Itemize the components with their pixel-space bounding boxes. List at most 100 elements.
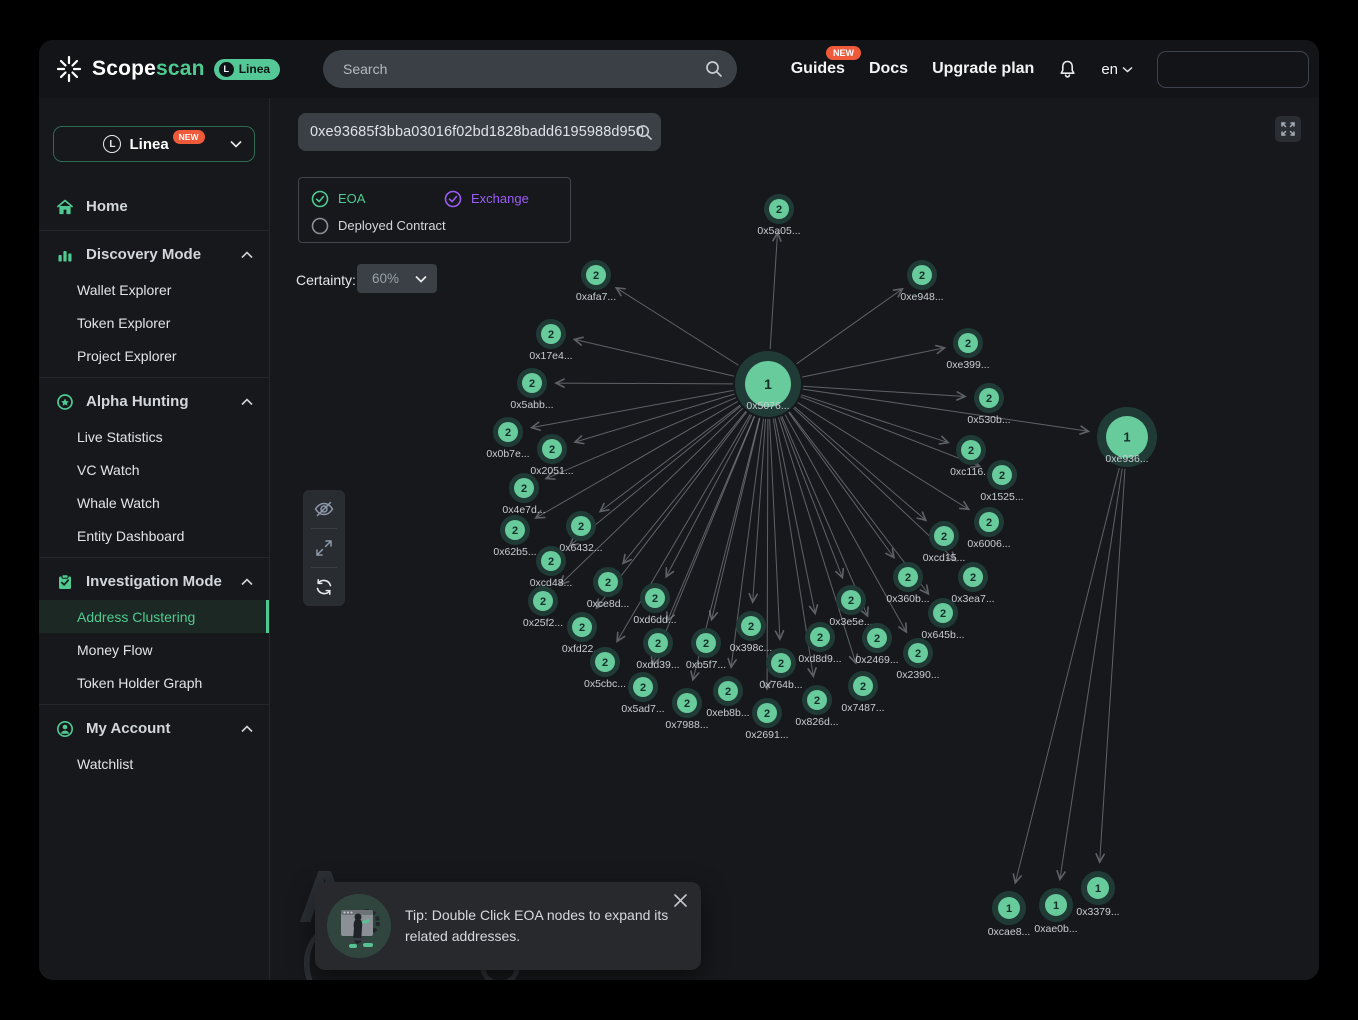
node-value: 2 <box>579 622 585 634</box>
close-icon <box>674 894 687 907</box>
header-action-box[interactable] <box>1157 51 1309 88</box>
graph-node[interactable]: 20xe399... <box>946 328 989 371</box>
nav-upgrade-plan[interactable]: Upgrade plan <box>932 60 1034 78</box>
sidebar-item-vc-watch[interactable]: VC Watch <box>39 453 269 486</box>
node-address-label: 0xc116... <box>950 466 992 478</box>
node-address-label: 0xb5f7... <box>686 659 726 671</box>
sidebar-item-token-explorer[interactable]: Token Explorer <box>39 306 269 339</box>
graph-node[interactable]: 20x25f2... <box>523 586 563 629</box>
sidebar-item-investigation-mode[interactable]: Investigation Mode <box>39 563 269 600</box>
sidebar-item-token-holder-graph[interactable]: Token Holder Graph <box>39 666 269 699</box>
sidebar-item-wallet-explorer[interactable]: Wallet Explorer <box>39 273 269 306</box>
graph-node[interactable]: 20x4e7d... <box>502 473 545 516</box>
graph-node[interactable]: 20x2469... <box>855 623 898 666</box>
node-value: 2 <box>578 521 584 533</box>
legend-eoa-checkbox[interactable]: EOA <box>311 190 444 208</box>
node-value: 2 <box>602 657 608 669</box>
graph-node[interactable]: 20x6006... <box>967 507 1010 550</box>
fit-view-button[interactable] <box>303 529 345 567</box>
sidebar-item-alpha-hunting[interactable]: Alpha Hunting <box>39 383 269 420</box>
sidebar-item-watchlist[interactable]: Watchlist <box>39 747 269 780</box>
sidebar-item-entity-dashboard[interactable]: Entity Dashboard <box>39 519 269 552</box>
notifications-bell-icon[interactable] <box>1058 59 1077 79</box>
graph-node[interactable]: 20x5ad7... <box>621 672 664 715</box>
graph-node[interactable]: 20xd6dd... <box>633 583 676 626</box>
graph-node[interactable]: 20x2691... <box>745 698 788 741</box>
graph-node[interactable]: 10x3379... <box>1076 871 1119 918</box>
node-address-label: 0xd8d9... <box>798 653 841 665</box>
search-input[interactable] <box>323 61 705 77</box>
graph-node[interactable]: 20x826d... <box>795 685 838 728</box>
graph-node[interactable]: 20x5a05... <box>757 194 800 237</box>
sidebar-item-address-clustering[interactable]: Address Clustering <box>39 600 269 633</box>
node-value: 2 <box>521 483 527 495</box>
graph-edge <box>574 339 734 376</box>
sidebar-item-home[interactable]: Home <box>39 188 269 225</box>
hide-labels-button[interactable] <box>303 490 345 528</box>
node-value: 2 <box>505 427 511 439</box>
graph-node[interactable]: 10xe936... <box>1097 407 1157 467</box>
graph-node[interactable]: 20xe948... <box>900 260 943 303</box>
sidebar-item-project-explorer[interactable]: Project Explorer <box>39 339 269 372</box>
node-value: 2 <box>999 470 1005 482</box>
chevron-up-icon <box>241 398 253 406</box>
graph-node[interactable]: 20x5abb... <box>510 368 553 411</box>
checked-circle-icon <box>444 190 462 208</box>
node-address-label: 0x6432... <box>559 542 602 554</box>
alpha-gauge-icon <box>56 393 74 411</box>
nav-docs[interactable]: Docs <box>869 60 908 78</box>
graph-node[interactable]: 20xdd39... <box>636 628 679 671</box>
node-value: 2 <box>776 204 782 216</box>
graph-node[interactable]: 20xd8d9... <box>798 622 841 665</box>
graph-node[interactable]: 20x7988... <box>665 688 708 731</box>
refresh-button[interactable] <box>303 568 345 606</box>
tip-close-button[interactable] <box>674 894 687 907</box>
graph-node[interactable]: 20x764b... <box>759 648 802 691</box>
sidebar-item-my-account[interactable]: My Account <box>39 710 269 747</box>
sidebar-item-money-flow[interactable]: Money Flow <box>39 633 269 666</box>
graph-node[interactable]: 20x2390... <box>896 638 939 681</box>
graph-node[interactable]: 20x7487... <box>841 671 884 714</box>
graph-node[interactable]: 20x3e5e... <box>829 585 872 628</box>
node-address-label: 0xae0b... <box>1034 923 1077 935</box>
graph-edge <box>532 390 734 427</box>
node-value: 2 <box>986 517 992 529</box>
account-icon <box>56 720 74 738</box>
node-address-label: 0x398c... <box>730 642 773 654</box>
address-input[interactable] <box>298 124 650 140</box>
certainty-dropdown[interactable]: 60% <box>357 264 437 293</box>
graph-node[interactable]: 20x0b7e... <box>486 417 529 460</box>
graph-node[interactable]: 10x5076... <box>735 351 801 417</box>
graph-node[interactable]: 20xafa7... <box>576 260 616 303</box>
graph-node[interactable]: 20x17e4... <box>529 319 572 362</box>
graph-node[interactable]: 20x2051... <box>530 434 573 477</box>
graph-node[interactable]: 20x62b5... <box>493 515 536 558</box>
sidebar-item-discovery-mode[interactable]: Discovery Mode <box>39 236 269 273</box>
node-value: 2 <box>512 525 518 537</box>
language-selector[interactable]: en <box>1101 61 1133 78</box>
node-address-label: 0x2469... <box>855 654 898 666</box>
nav-guides[interactable]: Guides <box>791 60 845 77</box>
legend-deployed-contract-checkbox[interactable]: Deployed Contract <box>311 217 446 235</box>
network-selector[interactable]: L Linea NEW <box>53 126 255 162</box>
graph-node[interactable]: 20x360b... <box>886 562 929 605</box>
search-icon[interactable] <box>636 124 653 141</box>
sidebar-item-whale-watch[interactable]: Whale Watch <box>39 486 269 519</box>
graph-node[interactable]: 20xcd15... <box>923 521 966 564</box>
graph-node[interactable]: 20xfd22... <box>562 612 602 655</box>
graph-node[interactable]: 20x3ea7... <box>951 562 994 605</box>
graph-node[interactable]: 10xae0b... <box>1034 888 1077 935</box>
graph-node[interactable]: 20xb5f7... <box>686 628 726 671</box>
graph-node[interactable]: 20xc116... <box>950 435 992 478</box>
graph-node[interactable]: 2 0x6432... <box>559 511 602 554</box>
search-icon[interactable] <box>705 60 723 78</box>
fullscreen-button[interactable] <box>1275 116 1301 142</box>
sidebar-item-label: My Account <box>86 720 170 737</box>
sidebar-item-live-statistics[interactable]: Live Statistics <box>39 420 269 453</box>
graph-node[interactable]: 10xcae8... <box>988 891 1031 938</box>
graph-node[interactable]: 20xeb8b... <box>706 676 749 719</box>
logo[interactable]: Scopescan L Linea <box>55 40 280 98</box>
legend-exchange-checkbox[interactable]: Exchange <box>444 190 529 208</box>
node-address-label: 0x530b... <box>967 414 1010 426</box>
graph-node[interactable]: 20x530b... <box>967 383 1010 426</box>
